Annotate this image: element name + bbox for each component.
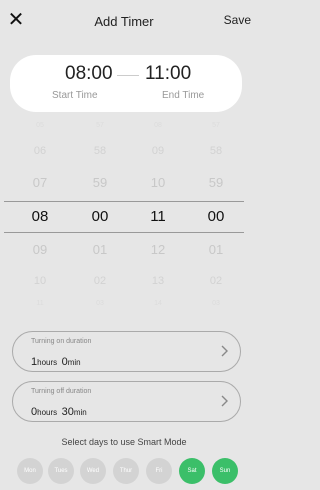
picker-item: 08 <box>154 122 162 129</box>
days-caption: Select days to use Smart Mode <box>61 437 187 447</box>
end-time-value[interactable]: 11:00 <box>145 63 191 85</box>
picker-item: 13 <box>151 275 165 287</box>
end-minute-wheel[interactable]: 57 58 59 00 01 02 03 <box>192 120 240 310</box>
picker-item: 03 <box>96 300 104 307</box>
picker-item: 59 <box>208 175 224 190</box>
turning-on-duration-button[interactable]: Turning on duration 1hours 0min <box>12 331 241 372</box>
chevron-right-icon <box>221 345 228 357</box>
close-icon[interactable]: ✕ <box>6 10 26 30</box>
picker-item: 03 <box>212 300 220 307</box>
day-toggle-mon[interactable]: Mon <box>17 458 43 484</box>
picker-item: 58 <box>93 145 107 157</box>
picker-item: 07 <box>32 175 48 190</box>
picker-item-selected: 00 <box>91 208 109 225</box>
start-minute-wheel[interactable]: 57 58 59 00 01 02 03 <box>76 120 124 310</box>
picker-item: 14 <box>154 300 162 307</box>
picker-item: 57 <box>212 122 220 129</box>
start-time-label: Start Time <box>52 90 98 101</box>
picker-item-selected: 08 <box>31 208 49 225</box>
turning-off-duration-value: 0hours 30min <box>31 402 87 420</box>
picker-item-selected: 00 <box>207 208 225 225</box>
picker-item: 58 <box>209 145 223 157</box>
hours-unit: hours <box>37 358 58 367</box>
picker-item: 09 <box>32 242 48 257</box>
day-toggle-wed[interactable]: Wed <box>80 458 106 484</box>
picker-item: 10 <box>150 175 166 190</box>
picker-item-selected: 11 <box>150 208 166 225</box>
day-toggle-sun[interactable]: Sun <box>212 458 238 484</box>
end-time-label: End Time <box>162 90 205 101</box>
picker-item: 11 <box>36 300 44 307</box>
picker-item: 10 <box>33 275 47 287</box>
end-hour-wheel[interactable]: 08 09 10 11 12 13 14 <box>134 120 182 310</box>
turning-on-duration-value: 1hours 0min <box>31 352 81 370</box>
picker-item: 02 <box>93 275 107 287</box>
turning-off-duration-button[interactable]: Turning off duration 0hours 30min <box>12 381 241 422</box>
minutes-value: 30 <box>61 406 74 418</box>
hours-unit: hours <box>37 408 58 417</box>
turning-on-duration-label: Turning on duration <box>31 338 92 345</box>
turning-off-duration-label: Turning off duration <box>31 388 92 395</box>
picker-item: 06 <box>33 145 47 157</box>
time-picker: 05 06 07 08 09 10 11 57 58 59 00 01 02 0… <box>0 120 248 310</box>
time-range-dash <box>117 75 139 76</box>
chevron-right-icon <box>221 395 228 407</box>
picker-selection-line-bottom <box>4 232 244 233</box>
picker-item: 05 <box>36 122 44 129</box>
start-time-value[interactable]: 08:00 <box>65 63 113 85</box>
day-toggle-tues[interactable]: Tues <box>48 458 74 484</box>
picker-item: 01 <box>92 242 108 257</box>
start-hour-wheel[interactable]: 05 06 07 08 09 10 11 <box>16 120 64 310</box>
header-bar: ✕ Add Timer Save <box>0 0 251 42</box>
picker-selection-line-top <box>4 201 244 202</box>
day-toggle-fri[interactable]: Fri <box>146 458 172 484</box>
day-toggle-thur[interactable]: Thur <box>113 458 139 484</box>
minutes-unit: min <box>73 408 87 417</box>
picker-item: 01 <box>208 242 224 257</box>
picker-item: 59 <box>92 175 108 190</box>
time-range-card: 08:00 11:00 Start Time End Time <box>10 55 242 112</box>
save-button[interactable]: Save <box>224 13 251 27</box>
picker-item: 57 <box>96 122 104 129</box>
picker-item: 09 <box>151 145 165 157</box>
picker-item: 12 <box>150 242 166 257</box>
picker-item: 02 <box>209 275 223 287</box>
page-title: Add Timer <box>94 13 154 29</box>
minutes-unit: min <box>67 358 81 367</box>
day-toggle-sat[interactable]: Sat <box>179 458 205 484</box>
